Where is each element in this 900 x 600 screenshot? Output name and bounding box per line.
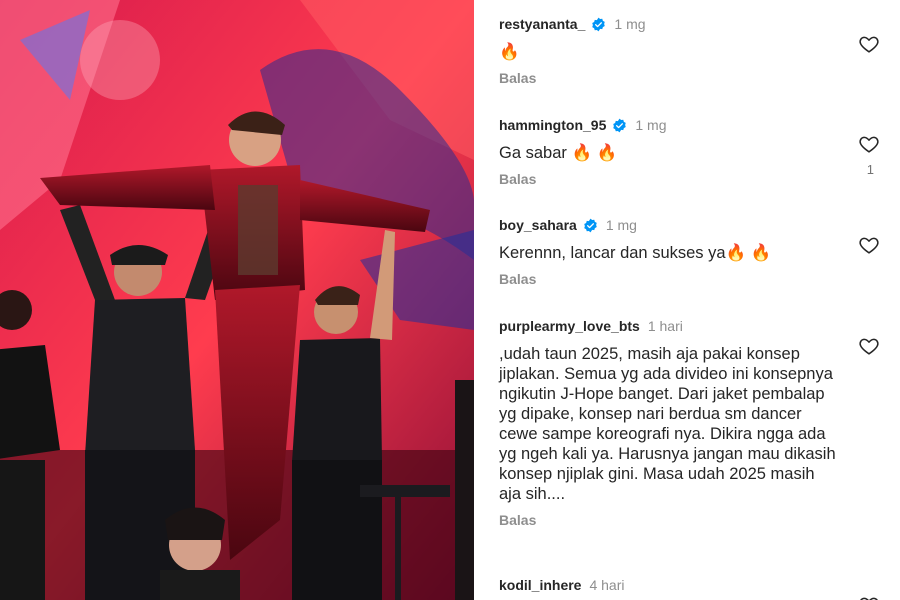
verified-badge-icon [583, 218, 598, 233]
reply-button[interactable]: Balas [499, 70, 894, 86]
comment-item: restyananta_ 1 mg 🔥 Balas [499, 14, 894, 86]
comment-item: kodil_inhere 4 hari [499, 575, 894, 595]
comment-time: 4 hari [589, 577, 625, 593]
comment-text: Kerennn, lancar dan sukses ya🔥 🔥 [499, 244, 772, 262]
comment-time: 1 hari [647, 318, 683, 334]
reply-button[interactable]: Balas [499, 271, 894, 287]
comment-meta: boy_sahara 1 mg [499, 215, 894, 235]
like-heart-icon[interactable] [858, 234, 880, 256]
performance-photo [0, 0, 474, 600]
comment-text: ,udah taun 2025, masih aja pakai konsep … [499, 345, 841, 503]
verified-badge-icon [591, 17, 606, 32]
comment-meta: kodil_inhere 4 hari [499, 575, 894, 595]
comment-meta: hammington_95 1 mg [499, 115, 894, 135]
comment-username[interactable]: boy_sahara [499, 217, 577, 233]
comment-time: 1 mg [635, 117, 667, 133]
verified-badge-icon [612, 118, 627, 133]
comment-meta: purplearmy_love_bts 1 hari [499, 316, 894, 336]
reply-button[interactable]: Balas [499, 171, 894, 187]
comment-text: 🔥 [499, 43, 520, 61]
comment-username[interactable]: purplearmy_love_bts [499, 318, 640, 334]
like-count: 1 [866, 162, 874, 177]
comment-username[interactable]: hammington_95 [499, 117, 606, 133]
comment-username[interactable]: restyananta_ [499, 16, 585, 32]
comment-time: 1 mg [614, 16, 646, 32]
comment-username[interactable]: kodil_inhere [499, 577, 581, 593]
like-heart-icon[interactable] [858, 594, 880, 600]
comment-meta: restyananta_ 1 mg [499, 14, 894, 34]
comments-panel: restyananta_ 1 mg 🔥 Balas hammington_95 … [474, 0, 900, 600]
like-heart-icon[interactable] [858, 335, 880, 357]
comment-time: 1 mg [605, 217, 637, 233]
like-heart-icon[interactable] [858, 133, 880, 155]
comment-text: Ga sabar 🔥 🔥 [499, 144, 618, 162]
like-heart-icon[interactable] [858, 33, 880, 55]
reply-button[interactable]: Balas [499, 512, 894, 528]
comment-item: hammington_95 1 mg Ga sabar 🔥 🔥 Balas [499, 115, 894, 187]
comment-item: boy_sahara 1 mg Kerennn, lancar dan suks… [499, 215, 894, 287]
comment-item: purplearmy_love_bts 1 hari ,udah taun 20… [499, 316, 894, 528]
